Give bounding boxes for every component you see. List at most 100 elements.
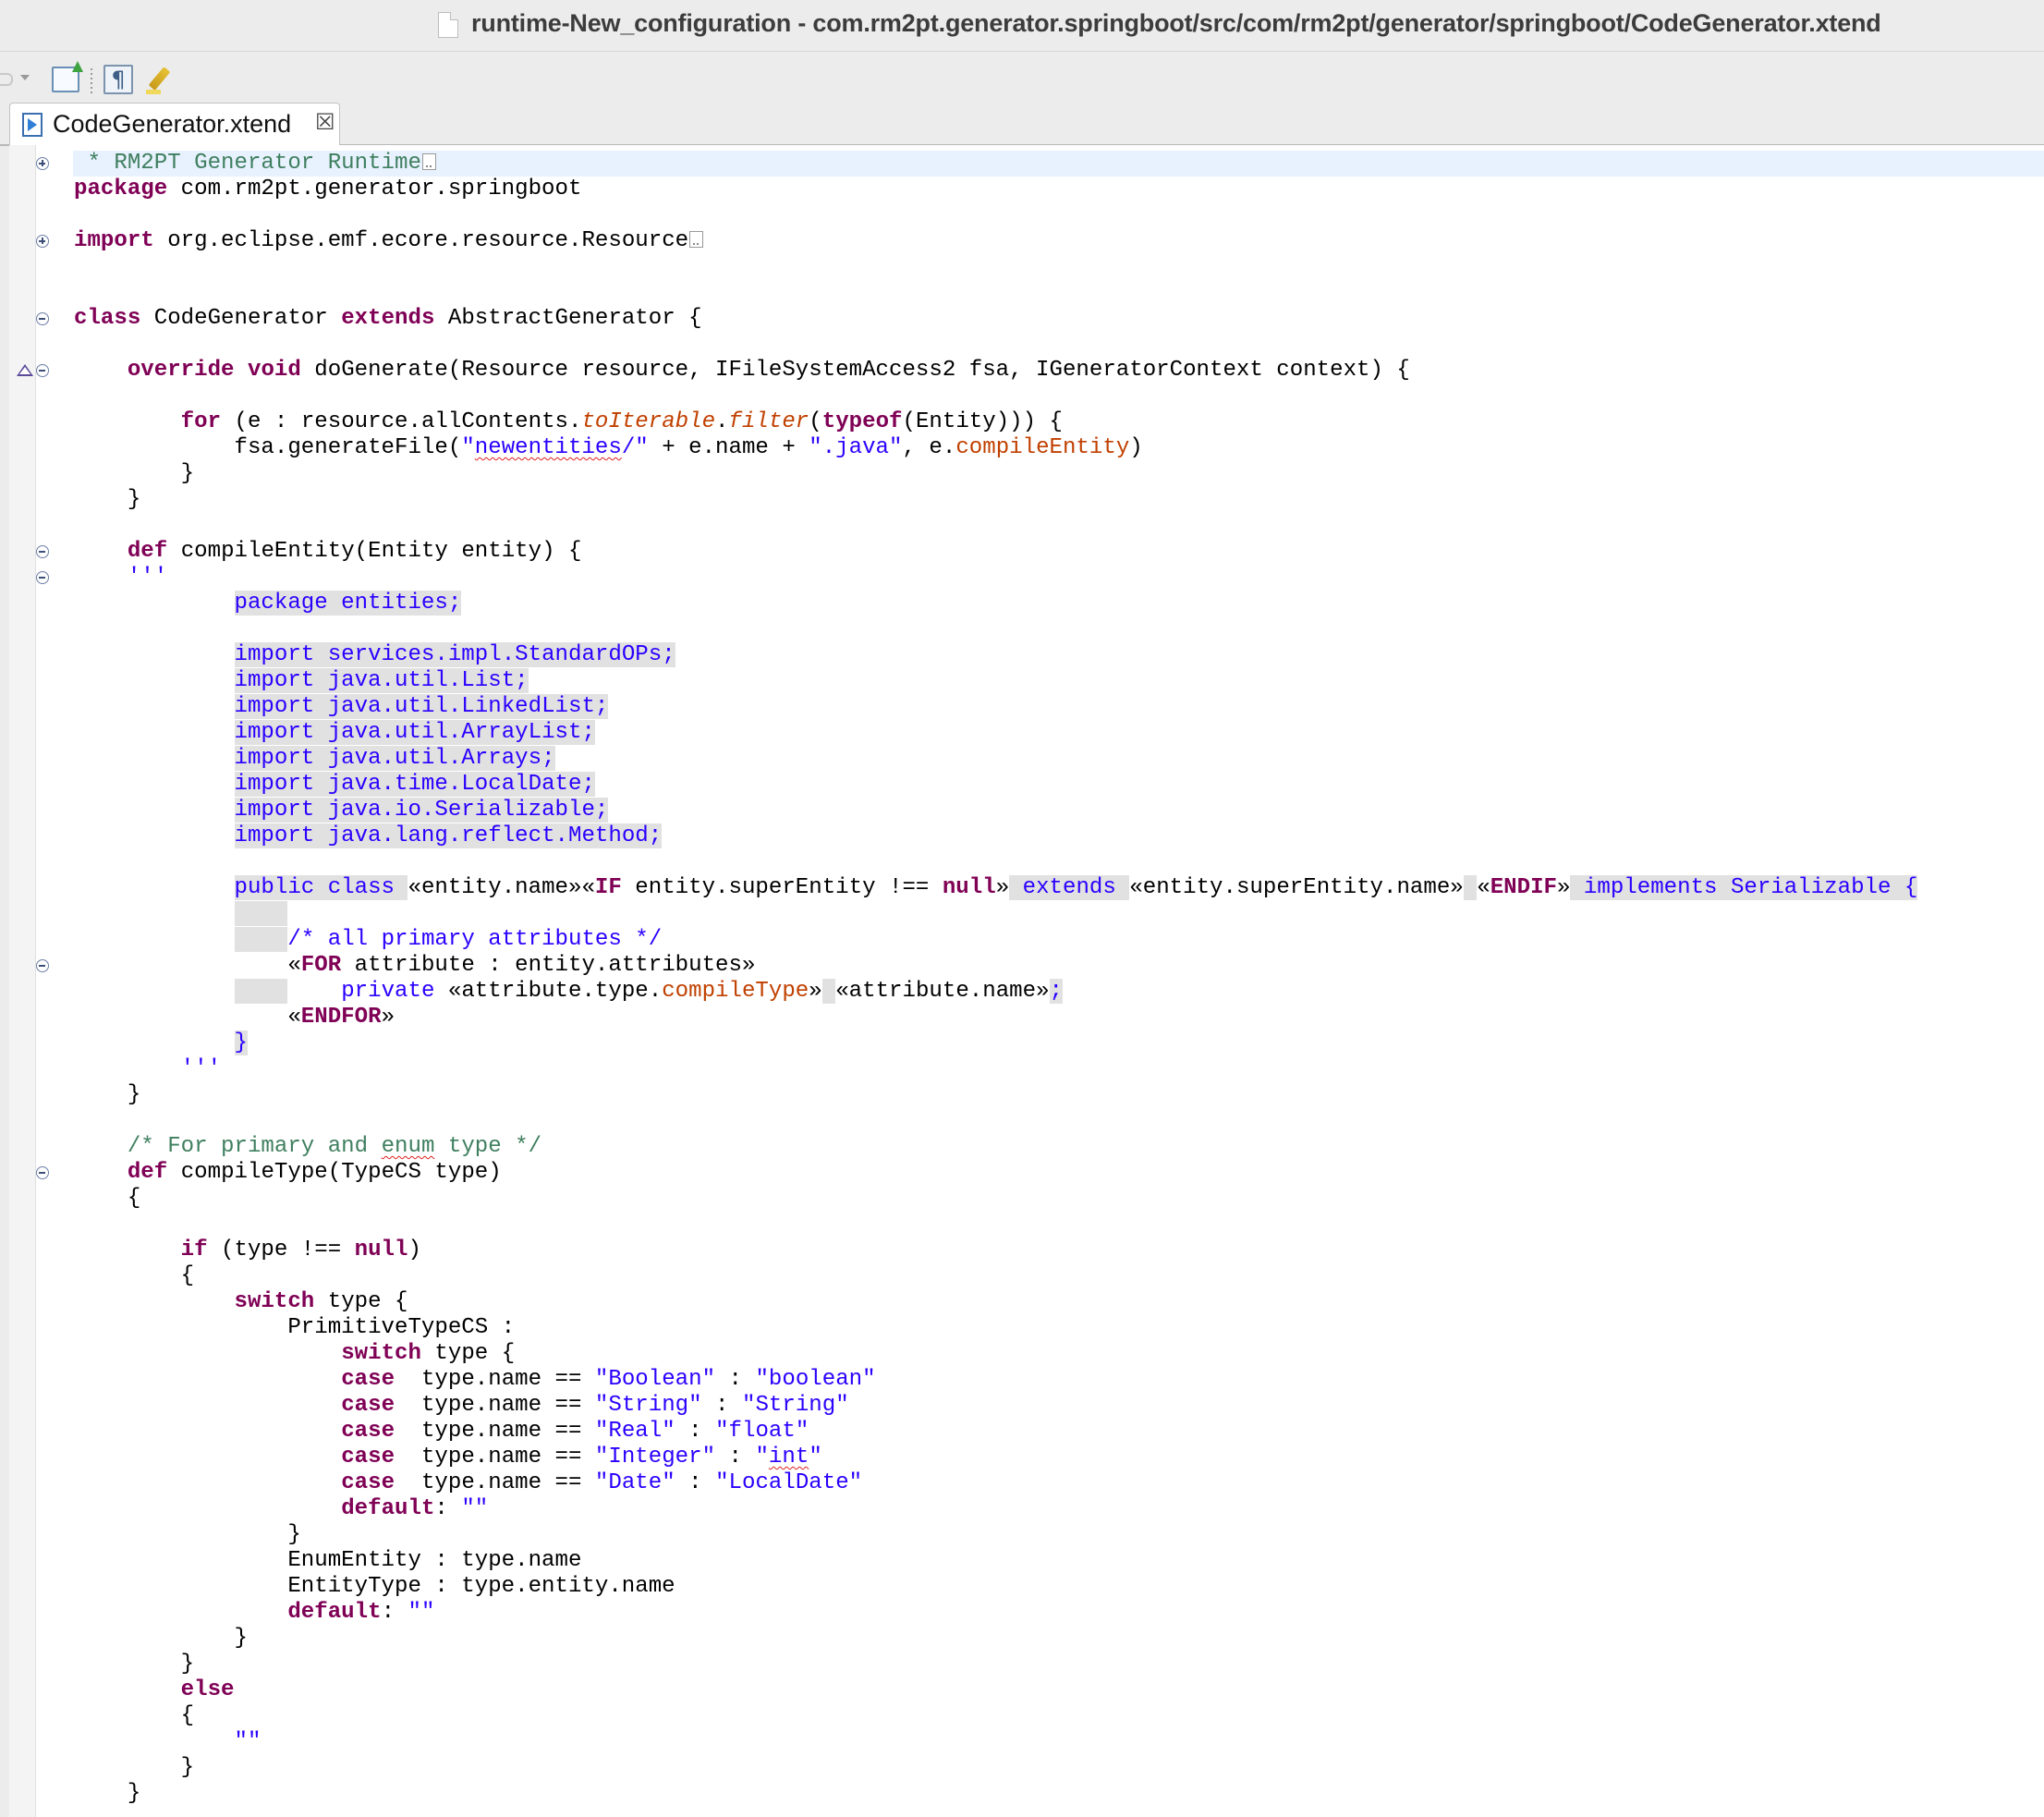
code-token: } [74, 1522, 301, 1547]
folded-region-icon[interactable] [421, 153, 436, 170]
code-line[interactable]: EntityType : type.entity.name [74, 1574, 1917, 1600]
code-line[interactable] [74, 280, 1917, 306]
highlight-icon[interactable] [146, 65, 176, 94]
code-line[interactable] [74, 1108, 1917, 1134]
source-code[interactable]: * RM2PT Generator Runtime package com.rm2… [74, 151, 1918, 1807]
code-line[interactable] [74, 513, 1917, 539]
code-token: } [74, 1626, 248, 1651]
code-line[interactable]: import java.io.Serializable; [74, 798, 1917, 823]
code-line[interactable]: { [74, 1703, 1917, 1729]
fold-collapse-icon[interactable] [36, 959, 49, 972]
fold-collapse-icon[interactable] [36, 312, 49, 325]
code-token: "Real" [594, 1419, 675, 1444]
code-line[interactable]: } [74, 487, 1917, 513]
tab-codegenerator-xtend[interactable]: CodeGenerator.xtend ☒ [9, 103, 340, 145]
code-line[interactable]: /* all primary attributes */ [74, 927, 1917, 953]
code-token: "String" [594, 1393, 702, 1418]
code-line[interactable]: default: "" [74, 1496, 1917, 1522]
code-line[interactable]: case type.name == "Date" : "LocalDate" [74, 1470, 1917, 1496]
code-line[interactable]: package com.rm2pt.generator.springboot [74, 177, 1917, 202]
code-line[interactable]: } [74, 1522, 1917, 1548]
code-line[interactable]: case type.name == "String" : "String" [74, 1393, 1917, 1419]
pilcrow-icon[interactable]: ¶ [103, 65, 133, 94]
code-line[interactable]: else [74, 1677, 1917, 1703]
code-line[interactable]: fsa.generateFile("newentities/" + e.name… [74, 435, 1917, 461]
code-line[interactable]: * RM2PT Generator Runtime [74, 151, 1917, 177]
code-line[interactable] [74, 202, 1917, 228]
code-line[interactable]: } [74, 1626, 1917, 1652]
code-line[interactable]: override void doGenerate(Resource resour… [74, 358, 1917, 384]
code-line[interactable]: case type.name == "Boolean" : "boolean" [74, 1367, 1917, 1393]
code-line[interactable]: "" [74, 1729, 1917, 1755]
code-line[interactable]: case type.name == "Real" : "float" [74, 1419, 1917, 1445]
code-line[interactable] [74, 384, 1917, 409]
code-line[interactable]: def compileEntity(Entity entity) { [74, 539, 1917, 565]
fold-expand-icon[interactable] [36, 157, 49, 170]
code-editor[interactable]: * RM2PT Generator Runtime package com.rm2… [9, 145, 2044, 1817]
code-line[interactable]: ''' [74, 565, 1917, 591]
code-line[interactable] [74, 1212, 1917, 1238]
code-line[interactable]: package entities; [74, 591, 1917, 616]
code-line[interactable]: { [74, 1186, 1917, 1212]
code-line[interactable]: public class «entity.name»«IF entity.sup… [74, 875, 1918, 901]
code-line[interactable]: } [74, 1082, 1917, 1108]
code-line[interactable] [74, 849, 1917, 875]
code-line[interactable]: { [74, 1263, 1917, 1289]
code-line[interactable] [74, 332, 1917, 358]
code-line[interactable]: private «attribute.type.compileType» «at… [74, 979, 1917, 1005]
code-line[interactable]: ''' [74, 1056, 1917, 1082]
code-line[interactable]: switch type { [74, 1289, 1917, 1315]
code-line[interactable]: } [74, 1781, 1917, 1807]
new-wizard-icon[interactable] [52, 67, 79, 92]
code-line[interactable]: class CodeGenerator extends AbstractGene… [74, 306, 1917, 332]
code-line[interactable]: /* For primary and enum type */ [74, 1134, 1917, 1160]
code-line[interactable]: if (type !== null) [74, 1238, 1917, 1263]
back-arrow-icon[interactable] [0, 68, 22, 89]
code-line[interactable] [74, 254, 1917, 280]
code-line[interactable]: import java.lang.reflect.Method; [74, 823, 1917, 849]
code-token: ; [1049, 979, 1064, 1004]
code-line[interactable]: } [74, 461, 1917, 487]
code-line[interactable]: case type.name == "Integer" : "int" [74, 1445, 1917, 1470]
code-line[interactable]: } [74, 1652, 1917, 1677]
code-line[interactable]: def compileType(TypeCS type) [74, 1160, 1917, 1186]
dropdown-icon[interactable] [20, 75, 30, 80]
fold-collapse-icon[interactable] [36, 1166, 49, 1179]
code-token: " [461, 435, 475, 460]
code-token: ".java" [809, 435, 903, 460]
code-line[interactable]: import java.util.LinkedList; [74, 694, 1917, 720]
code-line[interactable]: «ENDFOR» [74, 1005, 1917, 1030]
code-line[interactable]: default: "" [74, 1600, 1917, 1626]
code-token: } [74, 1755, 195, 1780]
close-icon[interactable]: ☒ [315, 112, 335, 134]
code-token: /* For primary and [127, 1134, 382, 1159]
code-line[interactable]: import java.time.LocalDate; [74, 772, 1917, 798]
code-line[interactable]: import org.eclipse.emf.ecore.resource.Re… [74, 228, 1917, 254]
code-line[interactable]: switch type { [74, 1341, 1917, 1367]
fold-expand-icon[interactable] [36, 235, 49, 248]
fold-collapse-icon[interactable] [36, 545, 49, 558]
code-line[interactable]: } [74, 1030, 1917, 1056]
code-token: : [715, 1445, 756, 1469]
code-line[interactable]: import java.util.ArrayList; [74, 720, 1917, 746]
code-token: } [74, 487, 141, 512]
code-line[interactable] [74, 616, 1917, 642]
code-line[interactable]: EnumEntity : type.name [74, 1548, 1917, 1574]
code-line[interactable]: for (e : resource.allContents.toIterable… [74, 409, 1917, 435]
code-line[interactable]: «FOR attribute : entity.attributes» [74, 953, 1917, 979]
override-marker-icon[interactable] [17, 364, 33, 376]
code-line[interactable]: import java.util.List; [74, 668, 1917, 694]
fold-collapse-icon[interactable] [36, 571, 49, 584]
code-line[interactable]: PrimitiveTypeCS : [74, 1315, 1917, 1341]
fold-collapse-icon[interactable] [36, 364, 49, 377]
code-line[interactable]: import services.impl.StandardOPs; [74, 642, 1917, 668]
folded-region-icon[interactable] [689, 231, 704, 248]
code-line[interactable]: } [74, 1755, 1917, 1781]
code-line[interactable] [74, 901, 1917, 927]
code-line[interactable]: import java.util.Arrays; [74, 746, 1917, 772]
